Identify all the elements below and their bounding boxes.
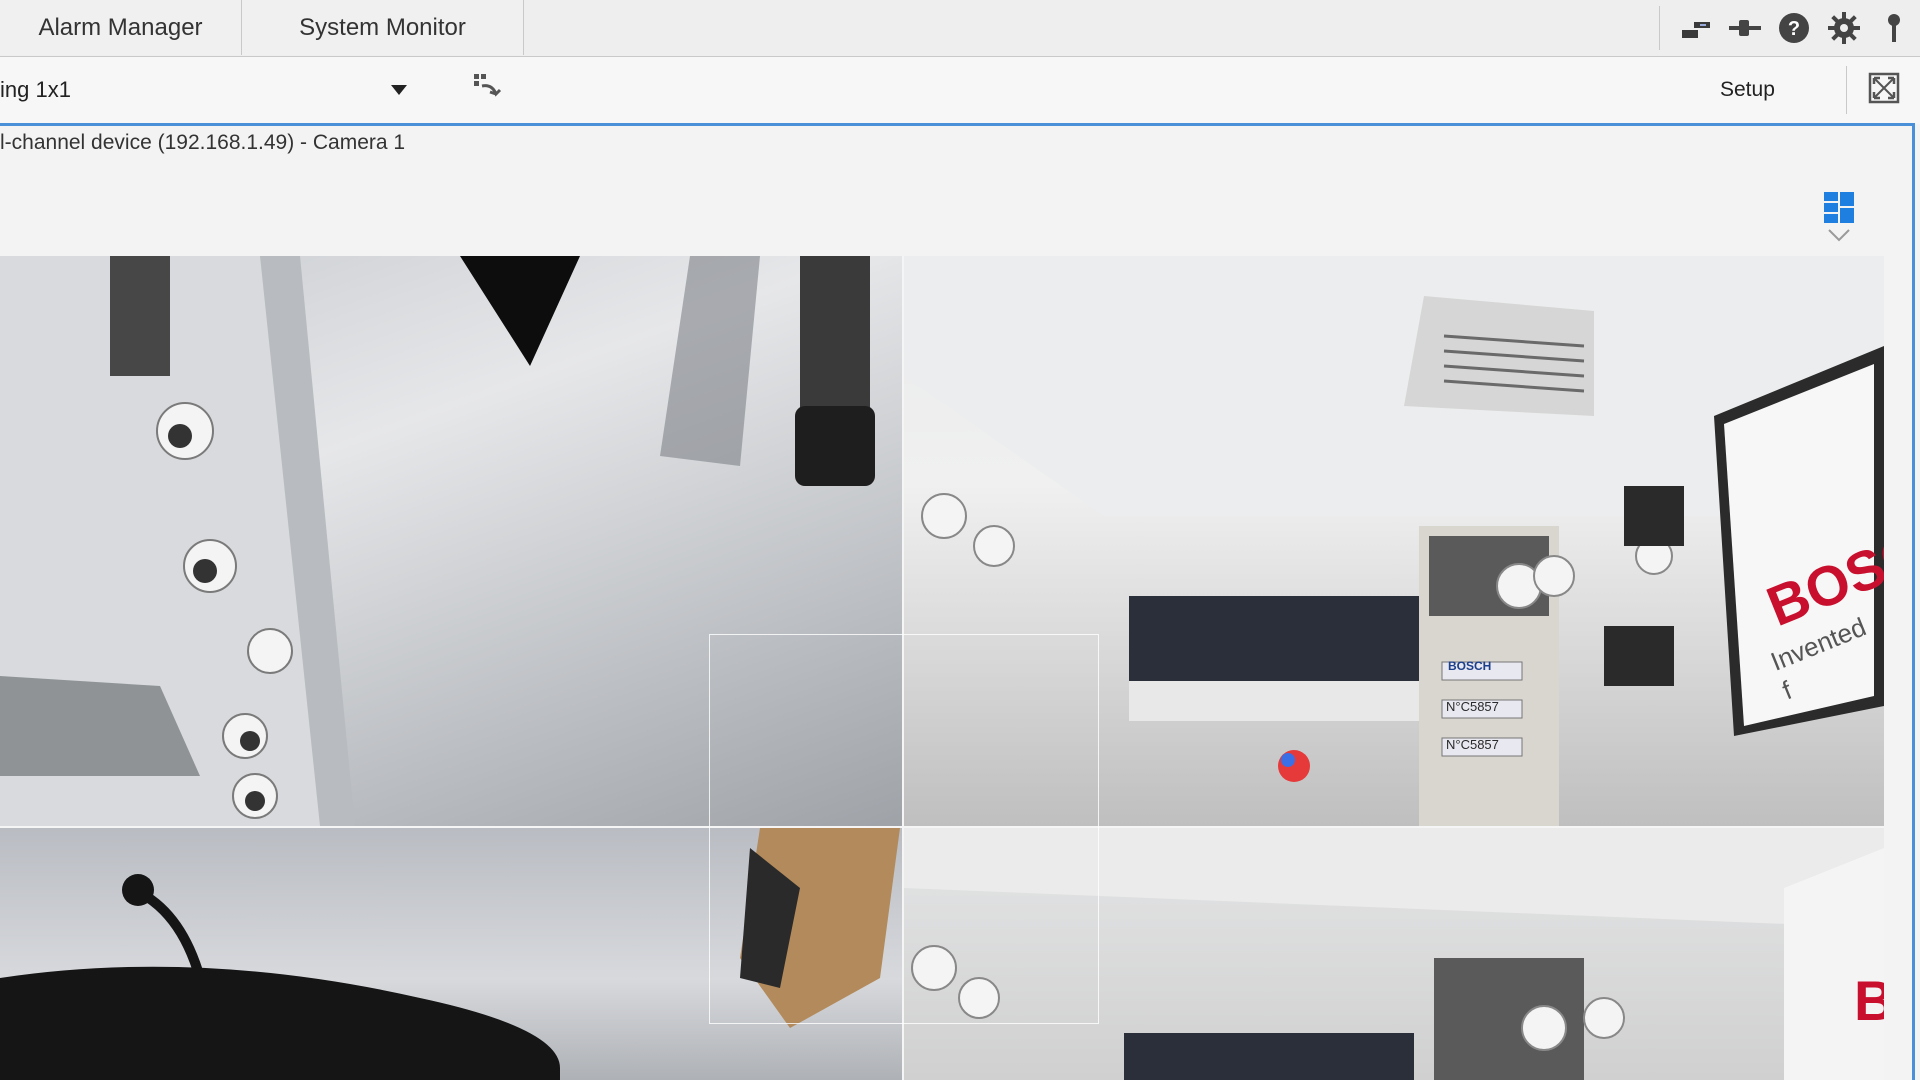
pin-icon[interactable] bbox=[1876, 10, 1912, 46]
tab-system-monitor[interactable]: System Monitor bbox=[242, 0, 524, 55]
door-plate-text: N°C5857 bbox=[1446, 737, 1499, 752]
help-icon[interactable]: ? bbox=[1776, 10, 1812, 46]
divider bbox=[1659, 6, 1660, 50]
region-of-interest-frame[interactable] bbox=[709, 634, 1099, 1024]
divider bbox=[1846, 66, 1847, 114]
tab-alarm-manager[interactable]: Alarm Manager bbox=[0, 0, 242, 55]
camera-title: l-channel device (192.168.1.49) - Camera… bbox=[0, 131, 406, 154]
connection-icon[interactable] bbox=[1727, 10, 1763, 46]
top-tab-bar: Alarm Manager System Monitor ? bbox=[0, 0, 1920, 57]
tab-label: System Monitor bbox=[299, 13, 466, 41]
bottom-sign-text: B bbox=[1854, 969, 1884, 1032]
grid-layout-icon[interactable] bbox=[1820, 190, 1860, 246]
layout-swap-icon[interactable] bbox=[470, 70, 506, 106]
camera-video[interactable]: BOSC Invented f BOSCH N°C5857 N°C5857 B bbox=[0, 256, 1884, 1080]
layout-select-value: ing 1x1 bbox=[0, 77, 71, 102]
svg-text:?: ? bbox=[1788, 18, 1800, 40]
door-sign-text: BOSCH bbox=[1448, 659, 1492, 673]
network-icon[interactable] bbox=[1678, 10, 1714, 46]
tab-label: Alarm Manager bbox=[38, 13, 203, 41]
chevron-down-icon[interactable] bbox=[390, 84, 408, 96]
setup-button[interactable]: Setup bbox=[1720, 78, 1775, 102]
layout-select[interactable]: ing 1x1 bbox=[0, 70, 71, 110]
fullscreen-icon[interactable] bbox=[1868, 72, 1900, 104]
door-plate-text: N°C5857 bbox=[1446, 699, 1499, 714]
view-toolbar bbox=[0, 57, 1920, 124]
settings-icon[interactable] bbox=[1826, 10, 1862, 46]
